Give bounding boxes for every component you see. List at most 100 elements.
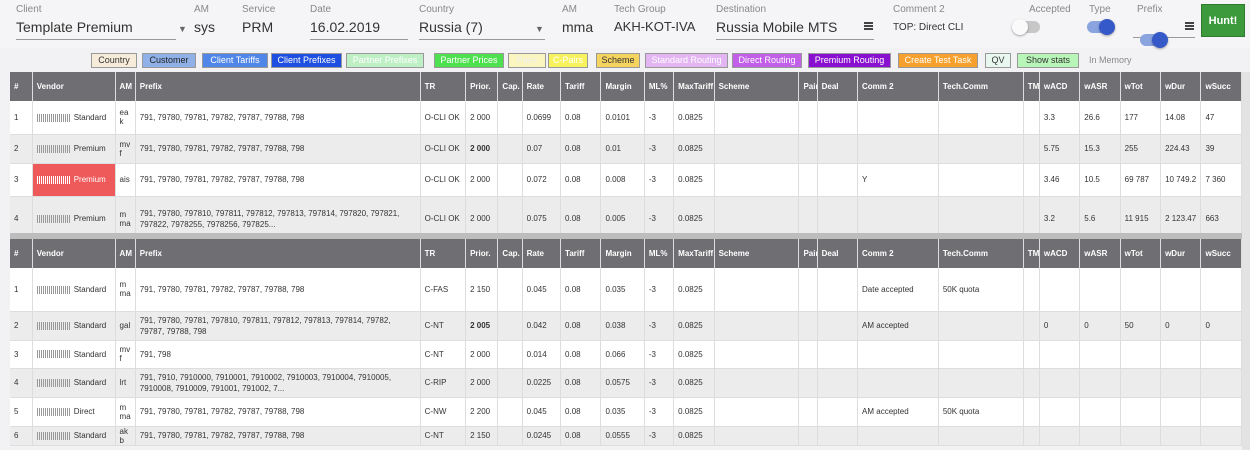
cell-vendor[interactable]: Standard (32, 426, 116, 446)
column-header-maxtariff[interactable]: MaxTariff (673, 72, 715, 101)
column-header-tariff[interactable]: Tariff (560, 239, 602, 268)
client-value[interactable]: Template Premium (16, 19, 176, 40)
column-header-cap[interactable]: Cap. (497, 239, 523, 268)
vertical-scrollbar[interactable] (1242, 72, 1250, 450)
column-header-ml[interactable]: ML% (644, 72, 675, 101)
column-header-prior[interactable]: Prior. (465, 72, 499, 101)
column-header-tariff[interactable]: Tariff (560, 72, 602, 101)
chevron-down-icon[interactable]: ▼ (178, 24, 187, 34)
column-header-rate[interactable]: Rate (522, 239, 562, 268)
filter-button-direct-routing[interactable]: Direct Routing (732, 53, 802, 68)
date-input[interactable]: 16.02.2019 (310, 19, 408, 40)
table-row[interactable]: 5 Direct mma 791, 79780, 79781, 79782, 7978… (10, 397, 1242, 427)
table-row[interactable]: 1 Standard mma 791, 79780, 79781, 79782, 79… (10, 268, 1242, 312)
column-header-prior[interactable]: Prior. (465, 239, 499, 268)
column-header-wacd[interactable]: wACD (1039, 239, 1081, 268)
cell-vendor[interactable]: Standard (32, 101, 116, 135)
country-select[interactable]: Russia (7) (419, 19, 545, 40)
column-header-maxtariff[interactable]: MaxTariff (673, 239, 715, 268)
accepted-toggle[interactable] (1012, 19, 1040, 35)
column-header-rate[interactable]: Rate (522, 72, 562, 101)
cell-prefix[interactable]: 791, 79780, 79781, 79782, 79787, 79788, … (135, 134, 421, 164)
filter-button-client-tariffs[interactable]: Client Tariffs (202, 53, 268, 68)
cell-prefix[interactable]: 791, 79780, 79781, 797810, 797811, 79781… (135, 311, 421, 341)
column-header-prefix[interactable]: Prefix (135, 72, 421, 101)
cell-vendor[interactable]: Direct (32, 397, 116, 427)
cell-prefix[interactable]: 791, 79780, 79781, 79782, 79787, 79788, … (135, 163, 421, 197)
column-header-wsucc[interactable]: wSucc (1200, 72, 1242, 101)
column-header-margin[interactable]: Margin (600, 72, 645, 101)
column-header-comm-2[interactable]: Comm 2 (857, 239, 939, 268)
list-icon[interactable] (864, 22, 873, 30)
column-header-scheme[interactable]: Scheme (714, 239, 800, 268)
column-header-wacd[interactable]: wACD (1039, 72, 1081, 101)
filter-button-partner-prices[interactable]: Partner Prices (434, 53, 504, 68)
filter-button-pairs[interactable]: Pairs (508, 53, 546, 68)
column-header-ml[interactable]: ML% (644, 239, 675, 268)
filter-button-c-pairs[interactable]: C-Pairs (548, 53, 588, 68)
column-header-deal[interactable]: Deal (817, 72, 859, 101)
column-header-tm[interactable]: TM (1023, 239, 1040, 268)
column-header-prefix[interactable]: Prefix (135, 239, 421, 268)
column-header-[interactable]: # (10, 72, 33, 101)
column-header-scheme[interactable]: Scheme (714, 72, 800, 101)
column-header-cap[interactable]: Cap. (497, 72, 523, 101)
column-header-wasr[interactable]: wASR (1079, 72, 1121, 101)
column-header-wasr[interactable]: wASR (1079, 239, 1121, 268)
in-memory-toggle[interactable] (1140, 32, 1168, 48)
filter-button-qv[interactable]: QV (985, 53, 1011, 68)
filter-button-customer[interactable]: Customer (142, 53, 196, 68)
filter-button-scheme[interactable]: Scheme (596, 53, 640, 68)
column-header-pair[interactable]: Pair (798, 239, 818, 268)
filter-button-partner-prefixes[interactable]: Partner Prefixes (346, 53, 424, 68)
column-header-tr[interactable]: TR (420, 239, 467, 268)
cell-vendor[interactable]: Standard (32, 311, 116, 341)
table-row[interactable]: 2 Standard gal 791, 79780, 79781, 797810, 7… (10, 311, 1242, 341)
column-header-wtot[interactable]: wTot (1120, 239, 1162, 268)
column-header-wdur[interactable]: wDur (1160, 72, 1202, 101)
filter-button-show-stats[interactable]: Show stats (1017, 53, 1079, 68)
column-header-vendor[interactable]: Vendor (32, 72, 116, 101)
chevron-down-icon[interactable]: ▼ (535, 24, 544, 34)
cell-vendor[interactable]: Standard (32, 340, 116, 369)
cell-prefix[interactable]: 791, 79780, 79781, 79782, 79787, 79788, … (135, 101, 421, 135)
column-header-comm-2[interactable]: Comm 2 (857, 72, 939, 101)
column-header-[interactable]: # (10, 239, 33, 268)
filter-button-standard-routing[interactable]: Standard Routing (645, 53, 728, 68)
column-header-pair[interactable]: Pair (798, 72, 818, 101)
column-header-wsucc[interactable]: wSucc (1200, 239, 1242, 268)
column-header-tm[interactable]: TM (1023, 72, 1040, 101)
table-row[interactable]: 3 Premium ais 791, 79780, 79781, 79782, 797… (10, 163, 1242, 197)
cell-vendor[interactable]: Premium (32, 134, 116, 164)
destination-select[interactable]: Russia Mobile MTS (716, 19, 874, 40)
table-row[interactable]: 6 Standard akb 791, 79780, 79781, 79782, 79… (10, 426, 1242, 446)
filter-button-premium-routing[interactable]: Premium Routing (808, 53, 891, 68)
column-header-am[interactable]: AM (115, 72, 136, 101)
cell-prefix[interactable]: 791, 79780, 79781, 79782, 79787, 79788, … (135, 426, 421, 446)
table-row[interactable]: 2 Premium mvf 791, 79780, 79781, 79782, 797… (10, 134, 1242, 164)
column-header-deal[interactable]: Deal (817, 239, 859, 268)
filter-button-create-test-task[interactable]: Create Test Task (898, 53, 978, 68)
cell-prefix[interactable]: 791, 798 (135, 340, 421, 369)
filter-button-country[interactable]: Country (91, 53, 137, 68)
table-row[interactable]: 3 Standard mvf 791, 798 C-NT 2 000 0.014 0.08 0.… (10, 340, 1242, 369)
column-header-wtot[interactable]: wTot (1120, 72, 1162, 101)
cell-vendor[interactable]: Standard (32, 368, 116, 398)
column-header-wdur[interactable]: wDur (1160, 239, 1202, 268)
table-row[interactable]: 4 Standard lrt 791, 7910, 7910000, 7910001,… (10, 368, 1242, 398)
cell-vendor[interactable]: Standard (32, 268, 116, 312)
column-header-am[interactable]: AM (115, 239, 136, 268)
hunt-button[interactable]: Hunt! (1201, 4, 1245, 37)
column-header-tech-comm[interactable]: Tech.Comm (938, 239, 1024, 268)
column-header-vendor[interactable]: Vendor (32, 239, 116, 268)
filter-button-client-prefixes[interactable]: Client Prefixes (271, 53, 342, 68)
table-row[interactable]: 1 Standard eak 791, 79780, 79781, 79782, 79… (10, 101, 1242, 135)
column-header-tr[interactable]: TR (420, 72, 467, 101)
column-header-tech-comm[interactable]: Tech.Comm (938, 72, 1024, 101)
cell-prefix[interactable]: 791, 7910, 7910000, 7910001, 7910002, 79… (135, 368, 421, 398)
list-icon[interactable] (1185, 22, 1194, 30)
type-toggle[interactable] (1087, 19, 1115, 35)
column-header-margin[interactable]: Margin (600, 239, 645, 268)
cell-prefix[interactable]: 791, 79780, 79781, 79782, 79787, 79788, … (135, 268, 421, 312)
cell-prefix[interactable]: 791, 79780, 79781, 79782, 79787, 79788, … (135, 397, 421, 427)
